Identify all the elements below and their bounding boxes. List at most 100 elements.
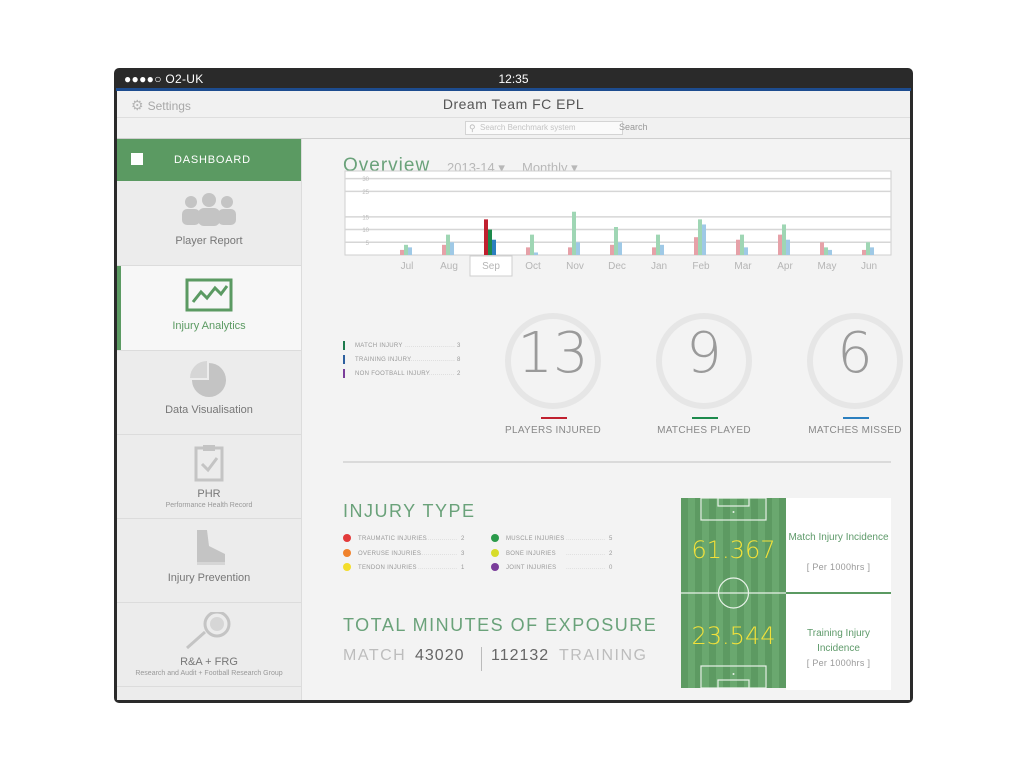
chart-y-tick-label: 30: [362, 177, 369, 183]
page-title: Dream Team FC EPL: [442, 96, 585, 112]
boot-icon: [197, 530, 225, 565]
legend-value: 2: [457, 371, 461, 377]
match-incidence-card: Match Injury Incidence [ Per 1000hrs ]: [786, 498, 891, 592]
legend-leader: ..............................: [405, 343, 455, 349]
legend-item-non-football: NON FOOTBALL INJURY ....................…: [343, 367, 473, 381]
chart-bar: [740, 234, 744, 255]
injury-legend: MATCH INJURY ...........................…: [343, 339, 473, 381]
injury-type-leader: ....................: [418, 550, 458, 557]
legend-label: MATCH INJURY: [355, 343, 403, 349]
sidebar-item-label: Injury Analytics: [172, 320, 246, 332]
legend-value: 3: [457, 343, 461, 349]
chart-x-tick-label: Mar: [734, 261, 752, 272]
stat-value: 13: [517, 321, 589, 386]
legend-label: NON FOOTBALL INJURY: [355, 371, 431, 377]
legend-label: TRAINING INJURY: [355, 357, 412, 363]
sidebar-item-sublabel: Performance Health Record: [165, 502, 253, 509]
stat-label: MATCHES PLAYED: [657, 425, 751, 436]
chart-x-tick-label: Jan: [651, 261, 667, 272]
stat-label: MATCHES MISSED: [808, 425, 902, 436]
chart-bar: [446, 234, 450, 255]
chart-x-tick-label: May: [818, 261, 837, 272]
chart-bar: [786, 239, 790, 255]
training-incidence-title: Training Injury Incidence: [807, 628, 870, 654]
search-button[interactable]: Search: [619, 122, 648, 132]
stat-underline: [541, 417, 567, 419]
clipboard-check-icon: [194, 445, 224, 482]
chart-bar: [828, 249, 832, 255]
chart-bar: [694, 237, 698, 255]
injury-type-list-right: MUSCLE INJURIES .................... 5 B…: [491, 533, 631, 577]
chart-bar: [702, 224, 706, 255]
injury-type-label: TRAUMATIC INJURIES: [358, 536, 427, 542]
injury-type-item: TENDON INJURIES .................... 1: [343, 562, 483, 577]
injury-type-label: OVERUSE INJURIES: [358, 550, 422, 557]
sidebar-item-label: R&A + FRG: [180, 656, 238, 668]
chart-bar: [656, 234, 660, 255]
injury-type-label: BONE INJURIES: [506, 550, 556, 557]
sidebar-item-injury-analytics[interactable]: Injury Analytics: [117, 266, 301, 351]
chart-bar: [400, 249, 404, 255]
sidebar: DASHBOARD Player Report Injury Analytics…: [117, 139, 302, 700]
sidebar-item-injury-prevention[interactable]: Injury Prevention: [117, 518, 301, 603]
stat-underline: [843, 417, 869, 419]
sidebar-item-player-report[interactable]: Player Report: [117, 181, 301, 266]
users-icon: [182, 193, 236, 226]
injury-type-value: 5: [609, 536, 613, 542]
injury-type-value: 1: [461, 565, 465, 571]
top-bar: ⚙ Settings Dream Team FC EPL: [117, 91, 910, 118]
chart-bar: [442, 244, 446, 255]
chart-bar: [736, 239, 740, 255]
injury-type-dot: [343, 548, 351, 557]
stat-value: 9: [686, 321, 722, 386]
injury-type-item: JOINT INJURIES .................... 0: [491, 562, 631, 577]
dashboard-icon: [131, 153, 143, 165]
legend-value: 8: [457, 357, 461, 363]
stat-label: PLAYERS INJURED: [504, 425, 601, 436]
chart-x-tick-label: Dec: [608, 261, 626, 272]
legend-leader: ..............................: [421, 371, 455, 377]
exposure-match-value: 43020: [415, 647, 465, 664]
chart-bar: [778, 234, 782, 255]
chart-bar: [572, 211, 576, 255]
chart-x-tick-label: Apr: [777, 261, 793, 272]
injury-type-label: JOINT INJURIES: [506, 565, 557, 571]
legend-item-training: TRAINING INJURY ........................…: [343, 353, 473, 367]
sidebar-item-phr[interactable]: PHR Performance Health Record: [117, 434, 301, 519]
chart-x-tick-label: Jun: [861, 261, 877, 272]
search-input[interactable]: ⚲ Search Benchmark system: [465, 121, 623, 135]
legend-swatch: [343, 369, 345, 378]
chart-bar: [534, 252, 538, 255]
stat-value: 6: [837, 321, 873, 386]
overview-chart: 510152530Jul Aug Sep Oct Nov Dec Jan Feb Mar Apr M…: [344, 170, 892, 277]
injury-type-value: 3: [461, 550, 465, 557]
main-content: Overview 2013-14 ▾ Monthly ▾ 5 10 15 25 30 Ju…: [303, 139, 910, 700]
sidebar-item-dashboard[interactable]: DASHBOARD: [117, 139, 301, 181]
chart-x-tick-label: Jul: [401, 261, 414, 272]
sidebar-item-label: Player Report: [175, 235, 243, 247]
injury-type-leader: ....................: [566, 565, 606, 571]
chart-x-tick-label: Oct: [525, 261, 541, 272]
stat-underline: [692, 417, 718, 419]
sidebar-item-label: Data Visualisation: [165, 404, 253, 416]
chart-bar: [576, 242, 580, 255]
section-divider: [343, 461, 891, 463]
chart-bar: [782, 224, 786, 255]
app-screen: ⚙ Settings Dream Team FC EPL ⚲ Search Benc…: [117, 91, 910, 700]
chart-bar: [450, 242, 454, 255]
legend-swatch: [343, 341, 345, 350]
chart-bar: [866, 242, 870, 255]
pitch-graphic: [681, 498, 786, 688]
sidebar-item-data-visualisation[interactable]: Data Visualisation: [117, 350, 301, 435]
match-incidence-value: 61.367: [691, 536, 776, 564]
pie-chart-icon: [190, 361, 226, 397]
injury-type-value: 0: [609, 565, 613, 571]
training-incidence-value: 23.544: [691, 622, 776, 650]
injury-type-leader: ....................: [418, 536, 458, 542]
sidebar-item-ra-frg[interactable]: R&A + FRG Research and Audit + Football …: [117, 602, 301, 687]
chart-bar: [614, 227, 618, 255]
training-incidence-unit: [ Per 1000hrs ]: [806, 658, 871, 668]
injury-type-item: OVERUSE INJURIES .................... 3: [343, 548, 483, 563]
search-icon: ⚲: [469, 123, 476, 133]
match-incidence-unit: [ Per 1000hrs ]: [806, 562, 871, 572]
